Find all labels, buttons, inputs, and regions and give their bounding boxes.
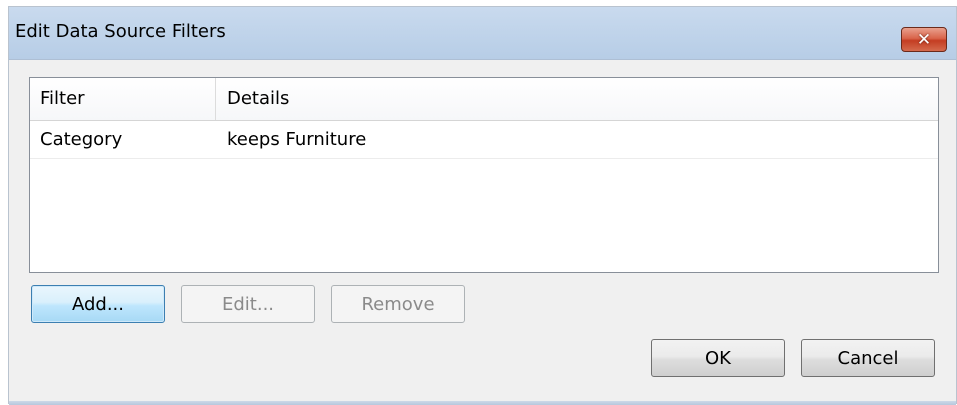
title-bar[interactable]: Edit Data Source Filters ✕ <box>9 7 956 60</box>
edit-button[interactable]: Edit... <box>181 285 315 323</box>
edit-data-source-filters-dialog: Edit Data Source Filters ✕ Filter Detail… <box>8 6 957 405</box>
filter-cell: Category <box>40 129 123 150</box>
remove-button[interactable]: Remove <box>331 285 465 323</box>
close-icon: ✕ <box>916 29 932 50</box>
table-row[interactable]: Category keeps Furniture <box>30 120 938 159</box>
add-button[interactable]: Add... <box>31 285 165 323</box>
filters-table: Filter Details Category keeps Furniture <box>29 77 939 273</box>
window-bottom-border <box>9 401 956 405</box>
window-title: Edit Data Source Filters <box>15 21 226 42</box>
column-header-filter[interactable]: Filter <box>40 88 85 109</box>
column-header-details[interactable]: Details <box>227 88 289 109</box>
close-button[interactable]: ✕ <box>901 27 947 52</box>
column-divider[interactable] <box>215 78 216 120</box>
ok-button[interactable]: OK <box>651 339 785 377</box>
cancel-button[interactable]: Cancel <box>801 339 935 377</box>
details-cell: keeps Furniture <box>227 129 367 150</box>
table-header: Filter Details <box>30 78 938 121</box>
